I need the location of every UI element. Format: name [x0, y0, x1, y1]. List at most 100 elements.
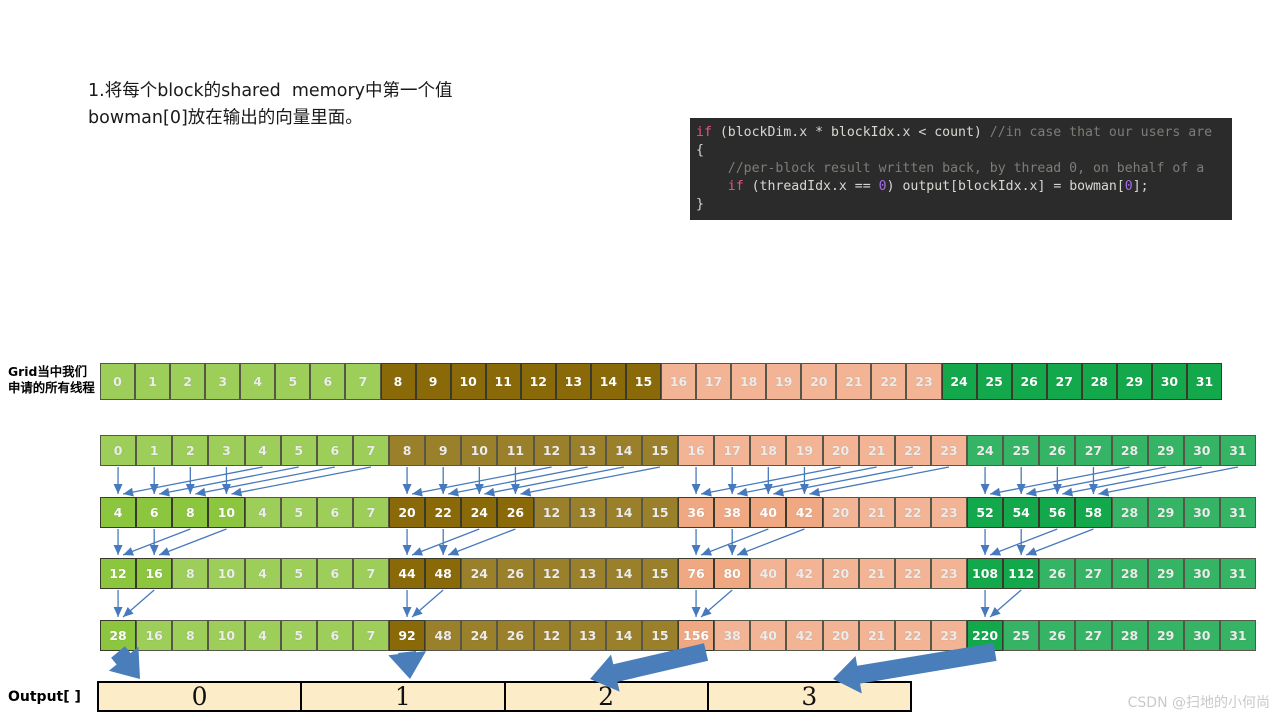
reduction-row-1-cell-15: 15 — [641, 497, 678, 528]
reduction-row-1-cell-23: 23 — [930, 497, 967, 528]
reduction-row-2-cell-13: 13 — [569, 558, 606, 589]
reduce-arrow-v-s2-b3-t0 — [980, 590, 990, 617]
reduction-row-3-cell-0: 28 — [100, 620, 137, 651]
reduce-arrow-v-s0-b0-t3 — [221, 467, 231, 494]
reduction-row-0-cell-23: 23 — [930, 435, 967, 466]
reduction-row-1-cell-21: 21 — [858, 497, 895, 528]
grid-thread-row-cell-18: 18 — [731, 363, 767, 400]
reduction-row-3-cell-19: 42 — [786, 620, 823, 651]
grid-thread-row-cell-15: 15 — [625, 363, 661, 400]
reduce-arrow-v-s2-b2-t0 — [691, 590, 701, 617]
reduce-arrow-v-s1-b2-t1 — [727, 529, 737, 555]
reduction-row-2-cell-8: 44 — [389, 558, 426, 589]
reduction-row-0-cell-5: 5 — [280, 435, 317, 466]
output-cell-2: 2 — [506, 682, 709, 711]
reduction-row-0-cell-20: 20 — [822, 435, 859, 466]
reduction-row-2-cell-5: 5 — [280, 558, 317, 589]
reduction-row-3-cell-16: 156 — [678, 620, 715, 651]
reduction-row-3-cell-8: 92 — [389, 620, 426, 651]
grid-thread-row-cell-23: 23 — [906, 363, 942, 400]
reduction-row-0-cell-27: 27 — [1075, 435, 1112, 466]
reduce-arrow-d-s0-b0-t3 — [231, 466, 372, 497]
reduction-row-3-cell-12: 12 — [533, 620, 570, 651]
reduce-arrow-v-s0-b3-t1 — [1016, 467, 1026, 494]
reduce-arrow-d-s0-b2-t0 — [700, 466, 841, 497]
reduce-arrow-d-s1-b1-t1 — [447, 528, 516, 556]
reduction-row-2-cell-12: 12 — [533, 558, 570, 589]
reduction-row-1-cell-18: 40 — [750, 497, 787, 528]
reduction-row-0-cell-7: 7 — [352, 435, 389, 466]
grid-thread-row-cell-11: 11 — [485, 363, 521, 400]
reduction-row-3-cell-2: 8 — [172, 620, 209, 651]
reduction-row-0-cell-16: 16 — [678, 435, 715, 466]
output-arrow-1 — [388, 651, 427, 679]
grid-thread-row-cell-21: 21 — [836, 363, 872, 400]
reduce-arrow-d-s0-b2-t3 — [809, 466, 950, 497]
reduction-row-1-cell-8: 20 — [389, 497, 426, 528]
reduction-row-1-cell-26: 56 — [1039, 497, 1076, 528]
reduction-row-2-cell-24: 108 — [967, 558, 1004, 589]
reduce-arrow-v-s2-b1-t0 — [402, 590, 412, 617]
reduce-arrow-v-s0-b1-t0 — [402, 467, 412, 494]
reduction-row-0-cell-31: 31 — [1219, 435, 1256, 466]
reduction-row-3-cell-13: 13 — [569, 620, 606, 651]
reduction-row-0: 0 1 2 3 4 5 6 7 8 9 10 11 12 13 14 15 16 17 18 19 20 21 22 23 24… — [100, 435, 1256, 466]
reduction-row-1-cell-12: 12 — [533, 497, 570, 528]
reduction-row-0-cell-9: 9 — [425, 435, 462, 466]
output-cell-1: 1 — [302, 682, 506, 711]
grid-thread-row-cell-6: 6 — [310, 363, 346, 400]
code-line-1: if (blockDim.x * blockIdx.x < count) //i… — [690, 124, 1232, 142]
reduction-row-1-cell-22: 22 — [894, 497, 931, 528]
reduction-row-2-cell-7: 7 — [352, 558, 389, 589]
reduction-row-2-cell-16: 76 — [678, 558, 715, 589]
reduction-row-2-cell-11: 26 — [497, 558, 534, 589]
reduce-arrow-d-s0-b1-t0 — [411, 466, 552, 497]
reduction-row-2-cell-28: 28 — [1111, 558, 1148, 589]
grid-thread-row: 0 1 2 3 4 5 6 7 8 9 10 11 12 13 14 15 16 17 18 19 20 21 22 23 24… — [100, 363, 1222, 400]
reduce-arrow-v-s0-b0-t0 — [113, 467, 123, 494]
grid-thread-row-cell-29: 29 — [1116, 363, 1152, 400]
reduction-row-3-cell-3: 10 — [208, 620, 245, 651]
reduce-arrow-d-s0-b0-t2 — [195, 466, 335, 497]
reduction-row-3-cell-28: 28 — [1111, 620, 1148, 651]
reduction-row-2-cell-31: 31 — [1219, 558, 1256, 589]
grid-thread-row-cell-30: 30 — [1151, 363, 1187, 400]
reduce-arrow-v-s1-b0-t0 — [113, 529, 123, 555]
grid-thread-row-cell-9: 9 — [415, 363, 451, 400]
reduction-row-2-cell-10: 24 — [461, 558, 498, 589]
reduction-row-3-cell-31: 31 — [1219, 620, 1256, 651]
reduce-arrow-v-s0-b2-t3 — [799, 467, 809, 494]
reduction-row-2-cell-17: 80 — [714, 558, 751, 589]
reduce-arrow-v-s1-b1-t0 — [402, 529, 412, 555]
reduce-arrow-d-s0-b3-t2 — [1062, 466, 1202, 497]
grid-thread-row-cell-3: 3 — [205, 363, 241, 400]
reduction-row-3-cell-14: 14 — [605, 620, 642, 651]
grid-thread-row-cell-8: 8 — [380, 363, 416, 400]
reduction-row-0-cell-28: 28 — [1111, 435, 1148, 466]
reduction-row-1-cell-10: 24 — [461, 497, 498, 528]
grid-thread-row-cell-26: 26 — [1011, 363, 1047, 400]
reduce-arrow-d-s1-b0-t0 — [122, 528, 191, 556]
reduction-row-0-cell-10: 10 — [461, 435, 498, 466]
reduction-row-1-cell-1: 6 — [136, 497, 173, 528]
grid-thread-row-cell-14: 14 — [590, 363, 626, 400]
code-line-3: //per-block result written back, by thre… — [690, 160, 1232, 178]
reduction-row-3-cell-22: 22 — [894, 620, 931, 651]
reduction-row-1-cell-11: 26 — [497, 497, 534, 528]
reduction-row-3-cell-18: 40 — [750, 620, 787, 651]
reduce-arrow-v-s1-b1-t1 — [438, 529, 448, 555]
grid-thread-row-cell-2: 2 — [170, 363, 206, 400]
code-expr-a: (threadIdx.x == — [743, 179, 879, 194]
reduction-row-1-cell-17: 38 — [714, 497, 751, 528]
grid-thread-row-cell-0: 0 — [100, 363, 136, 400]
reduction-row-0-cell-8: 8 — [389, 435, 426, 466]
reduction-row-2-cell-26: 26 — [1039, 558, 1076, 589]
reduce-arrow-d-s0-b2-t2 — [773, 466, 913, 497]
reduction-row-1-cell-5: 5 — [280, 497, 317, 528]
reduction-row-3-cell-20: 20 — [822, 620, 859, 651]
reduce-arrow-v-s1-b3-t0 — [980, 529, 990, 555]
reduce-arrow-d-s0-b1-t3 — [520, 466, 661, 497]
reduction-row-1-cell-25: 54 — [1003, 497, 1040, 528]
code-keyword-if-2: if — [727, 179, 744, 194]
code-expr-c: ]; — [1132, 179, 1149, 194]
